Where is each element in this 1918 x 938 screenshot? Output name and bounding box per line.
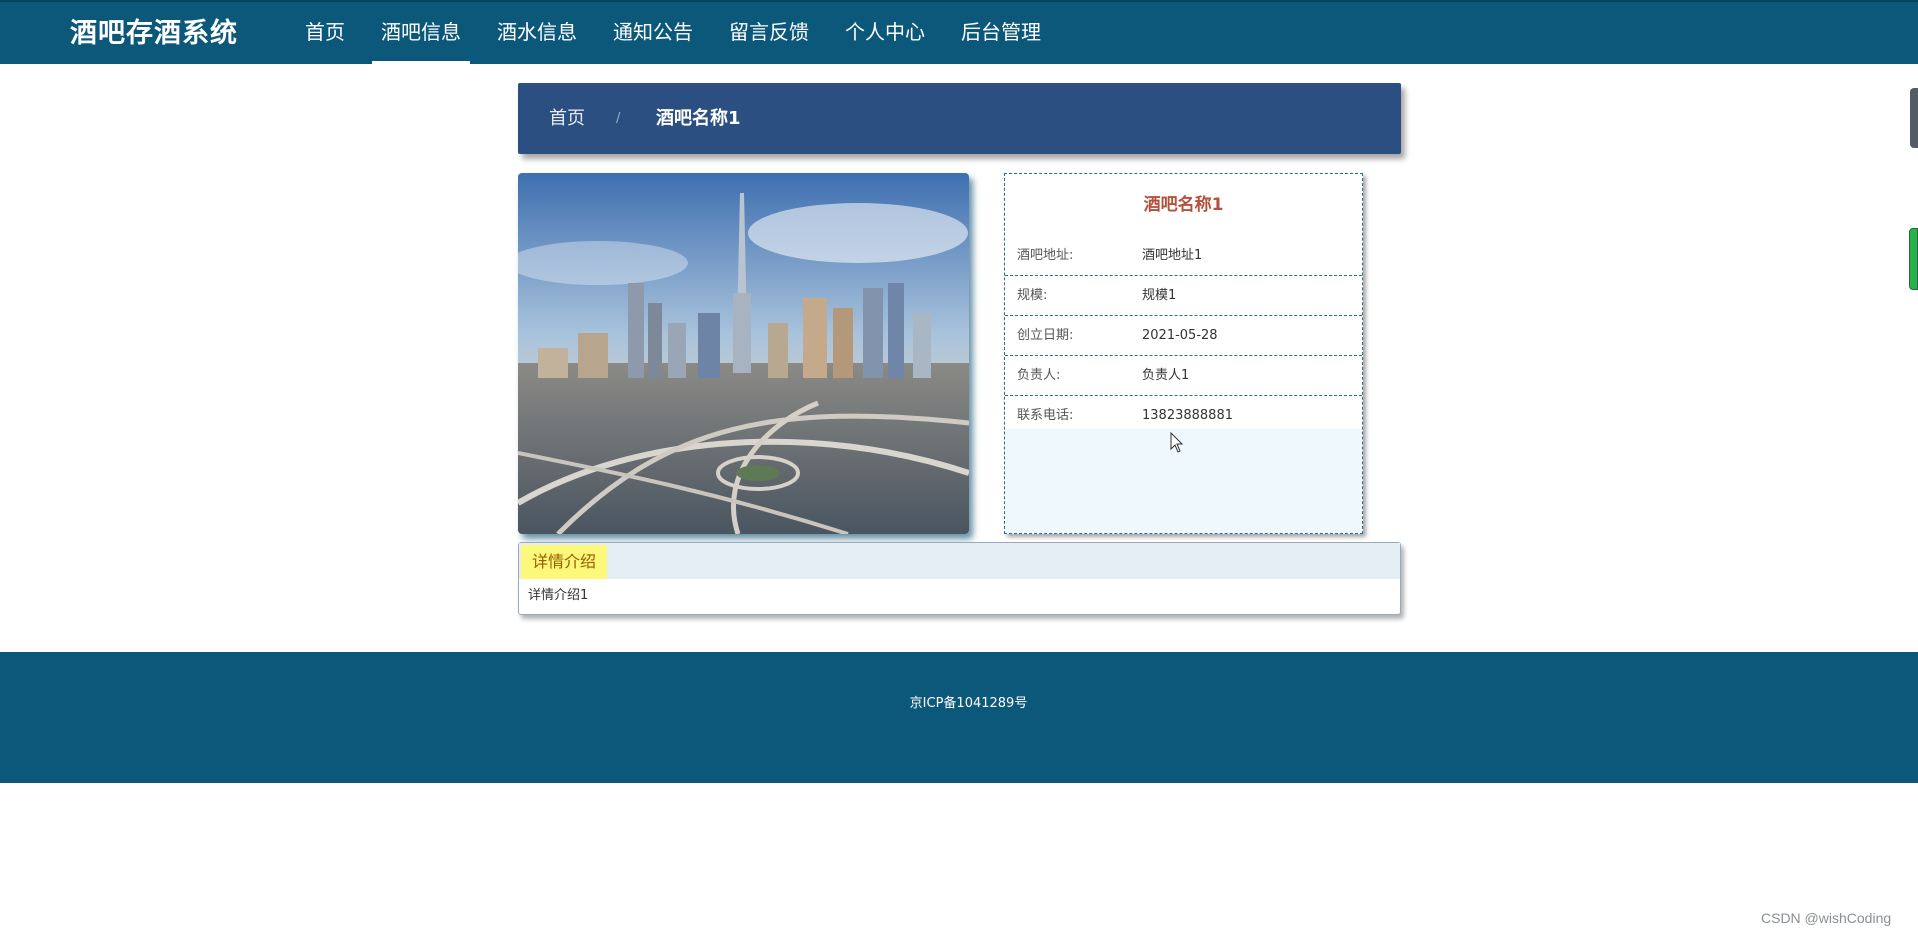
mouse-cursor-icon: [1170, 432, 1184, 453]
info-value: 酒吧地址1: [1142, 248, 1203, 263]
info-row-founded-date: 创立日期: 2021-05-28: [1005, 316, 1362, 356]
nav-item-bar-info[interactable]: 酒吧信息: [372, 2, 470, 64]
breadcrumb-separator: /: [616, 111, 621, 126]
nav-item-notices[interactable]: 通知公告: [604, 2, 702, 64]
footer-icp: 京ICP备1041289号: [909, 696, 1028, 711]
footer: 京ICP备1041289号: [0, 652, 1918, 783]
city-skyline-image: [518, 173, 969, 534]
main-nav: 首页 酒吧信息 酒水信息 通知公告 留言反馈 个人中心 后台管理: [296, 2, 1068, 64]
tab-intro[interactable]: 详情介绍: [521, 545, 608, 579]
info-row-address: 酒吧地址: 酒吧地址1: [1005, 236, 1362, 276]
info-row-scale: 规模: 规模1: [1005, 276, 1362, 316]
watermark: CSDN @wishCoding: [1761, 910, 1892, 926]
app-title[interactable]: 酒吧存酒系统: [70, 12, 238, 56]
info-value: 负责人1: [1142, 368, 1190, 383]
info-label: 酒吧地址:: [1017, 248, 1074, 263]
intro-section: 详情介绍 详情介绍1: [518, 542, 1401, 615]
top-nav-bar: 酒吧存酒系统 首页 酒吧信息 酒水信息 通知公告 留言反馈 个人中心 后台管理: [0, 0, 1918, 64]
bar-photo: [518, 173, 969, 534]
breadcrumb-home-link[interactable]: 首页: [549, 83, 585, 154]
info-label: 创立日期:: [1017, 328, 1074, 343]
bar-info-card: 酒吧名称1 酒吧地址: 酒吧地址1 规模: 规模1 创立日期: 2021-05-…: [1004, 173, 1363, 534]
info-label: 负责人:: [1017, 368, 1061, 383]
nav-item-home[interactable]: 首页: [296, 2, 354, 64]
intro-tab-bar: 详情介绍: [519, 543, 1400, 579]
info-label: 规模:: [1017, 288, 1048, 303]
info-value: 规模1: [1142, 288, 1177, 303]
nav-item-admin[interactable]: 后台管理: [952, 2, 1050, 64]
side-green-handle-icon[interactable]: [1909, 228, 1918, 290]
breadcrumb: 首页 / 酒吧名称1: [518, 83, 1401, 154]
info-row-manager: 负责人: 负责人1: [1005, 356, 1362, 396]
side-floating-tab-icon[interactable]: [1910, 88, 1918, 148]
nav-item-wine-info[interactable]: 酒水信息: [488, 2, 586, 64]
intro-content: 详情介绍1: [528, 588, 589, 603]
info-value: 2021-05-28: [1142, 328, 1218, 343]
nav-item-feedback[interactable]: 留言反馈: [720, 2, 818, 64]
breadcrumb-current: 酒吧名称1: [656, 108, 741, 129]
bar-name-title: 酒吧名称1: [1143, 195, 1224, 215]
nav-item-profile[interactable]: 个人中心: [836, 2, 934, 64]
